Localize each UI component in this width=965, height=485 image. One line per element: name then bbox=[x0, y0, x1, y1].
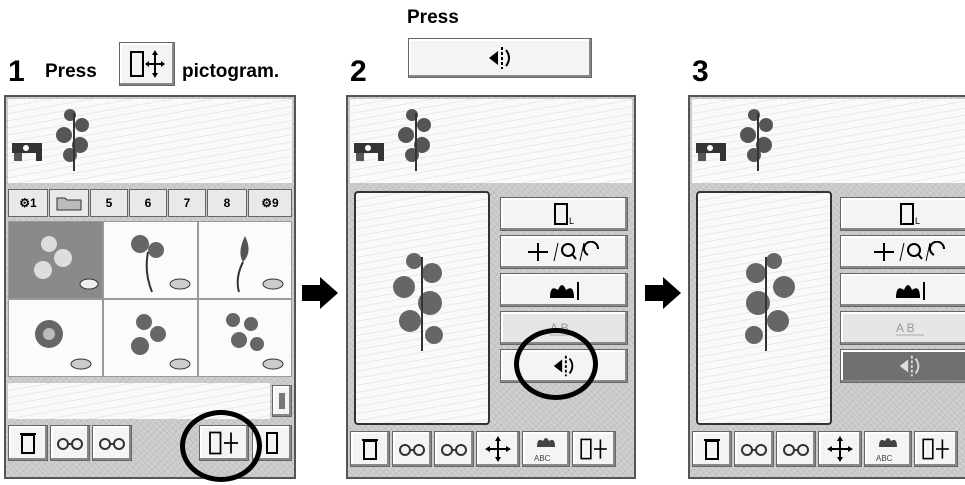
character-spacing-icon: A B bbox=[896, 321, 924, 336]
color-button[interactable] bbox=[840, 273, 965, 307]
glasses-button[interactable] bbox=[50, 425, 90, 461]
svg-text:ABC: ABC bbox=[534, 454, 551, 463]
sewing-machine-icon bbox=[354, 143, 384, 161]
character-spacing-button: A B bbox=[840, 311, 965, 345]
trash-icon bbox=[362, 439, 378, 460]
step-2-press-text: Press bbox=[407, 7, 459, 28]
tab-label: 1 bbox=[30, 196, 37, 210]
move-button[interactable] bbox=[476, 431, 520, 467]
move-arrows-icon bbox=[485, 436, 511, 462]
next-step-arrow-icon bbox=[302, 277, 338, 309]
flower-color-icon bbox=[896, 282, 925, 300]
move-zoom-rotate-button[interactable] bbox=[840, 235, 965, 269]
mirror-image-icon bbox=[408, 38, 592, 78]
design-cell[interactable] bbox=[8, 221, 103, 299]
svg-text:A B: A B bbox=[896, 321, 915, 335]
design-cell[interactable] bbox=[103, 299, 198, 377]
svg-text:ABC: ABC bbox=[876, 454, 893, 463]
design-preview-frame bbox=[354, 191, 490, 425]
glasses-button[interactable] bbox=[734, 431, 774, 467]
mirror-image-button-active[interactable] bbox=[840, 349, 965, 383]
mirror-image-icon bbox=[899, 355, 920, 377]
glasses-button-2[interactable] bbox=[776, 431, 816, 467]
lettering-button[interactable]: ABC bbox=[522, 431, 570, 467]
svg-text:L: L bbox=[915, 216, 920, 226]
delete-button[interactable] bbox=[350, 431, 390, 467]
preview-glasses-icon bbox=[99, 438, 125, 450]
preview-glasses-icon bbox=[399, 444, 425, 456]
frame-icon bbox=[266, 432, 278, 454]
flower-letters-icon: ABC bbox=[534, 438, 555, 463]
glasses-button[interactable] bbox=[392, 431, 432, 467]
tab-category-9[interactable]: ⚙ 9 bbox=[248, 189, 292, 217]
design-cell[interactable] bbox=[8, 299, 103, 377]
frame-size-button[interactable]: L bbox=[840, 197, 965, 231]
tab-category-1[interactable]: ⚙ 1 bbox=[8, 189, 48, 217]
step-1-number: 1 bbox=[8, 55, 25, 88]
highlight-circle bbox=[180, 410, 262, 482]
embroidery-design-thumb bbox=[740, 109, 773, 171]
preview-glasses-icon bbox=[741, 444, 767, 456]
next-step-arrow-icon bbox=[645, 277, 681, 309]
flower-color-icon bbox=[550, 282, 579, 300]
screen-panel-1: ⚙ 1 5 6 7 8 ⚙ 9 bbox=[4, 95, 296, 479]
frame-size-icon: L bbox=[900, 203, 920, 226]
scroll-icon bbox=[279, 393, 285, 409]
layout-pictogram-icon bbox=[580, 438, 607, 460]
glasses-button-2[interactable] bbox=[92, 425, 132, 461]
preview-glasses-icon bbox=[57, 438, 83, 450]
move-button[interactable] bbox=[818, 431, 862, 467]
step-3-number: 3 bbox=[692, 55, 709, 88]
move-zoom-rotate-button[interactable] bbox=[500, 235, 628, 269]
preview-glasses-icon bbox=[783, 444, 809, 456]
step-1-press-text: Press bbox=[45, 61, 97, 82]
design-cell[interactable] bbox=[198, 299, 292, 377]
step-1-pictogram-text: pictogram. bbox=[182, 61, 280, 82]
preview-area bbox=[692, 99, 965, 183]
layout-pictogram-icon bbox=[119, 42, 175, 86]
tab-folder[interactable] bbox=[49, 189, 89, 217]
embroidery-design-large bbox=[393, 253, 443, 351]
frame-size-button[interactable]: L bbox=[500, 197, 628, 231]
folder-icon bbox=[56, 197, 82, 211]
trash-icon bbox=[20, 433, 36, 454]
highlight-circle bbox=[514, 328, 598, 400]
embroidery-design-large-mirrored bbox=[745, 253, 795, 351]
preview-area bbox=[350, 99, 632, 183]
preview-glasses-icon bbox=[441, 444, 467, 456]
frame-size-icon: L bbox=[554, 203, 574, 226]
embroidery-design-thumb bbox=[56, 109, 89, 171]
delete-button[interactable] bbox=[692, 431, 732, 467]
layout-button[interactable] bbox=[572, 431, 616, 467]
tab-category-6[interactable]: 6 bbox=[129, 189, 167, 217]
move-zoom-rotate-icon bbox=[874, 241, 946, 262]
color-button[interactable] bbox=[500, 273, 628, 307]
design-cell[interactable] bbox=[103, 221, 198, 299]
tab-category-7[interactable]: 7 bbox=[168, 189, 206, 217]
sewing-machine-icon bbox=[696, 143, 726, 161]
flower-letters-icon: ABC bbox=[876, 438, 897, 463]
move-arrows-icon bbox=[827, 436, 853, 462]
scroll-button[interactable] bbox=[272, 385, 292, 417]
tab-category-5[interactable]: 5 bbox=[90, 189, 128, 217]
design-preview-frame bbox=[696, 191, 832, 425]
tab-label: 9 bbox=[272, 196, 279, 210]
trash-icon bbox=[704, 439, 720, 460]
glasses-button-2[interactable] bbox=[434, 431, 474, 467]
tab-category-8[interactable]: 8 bbox=[207, 189, 247, 217]
move-zoom-rotate-icon bbox=[528, 241, 600, 262]
screen-panel-2: L A B ABC bbox=[346, 95, 636, 479]
preview-area bbox=[8, 99, 292, 183]
lettering-button[interactable]: ABC bbox=[864, 431, 912, 467]
sewing-machine-icon bbox=[12, 143, 42, 161]
design-cell[interactable] bbox=[198, 221, 292, 299]
layout-pictogram-icon bbox=[922, 438, 949, 460]
svg-text:L: L bbox=[569, 216, 574, 226]
step-2-number: 2 bbox=[350, 55, 367, 88]
delete-button[interactable] bbox=[8, 425, 48, 461]
screen-panel-3: L A B ABC bbox=[688, 95, 965, 479]
embroidery-design-thumb bbox=[398, 109, 431, 171]
layout-button[interactable] bbox=[914, 431, 958, 467]
